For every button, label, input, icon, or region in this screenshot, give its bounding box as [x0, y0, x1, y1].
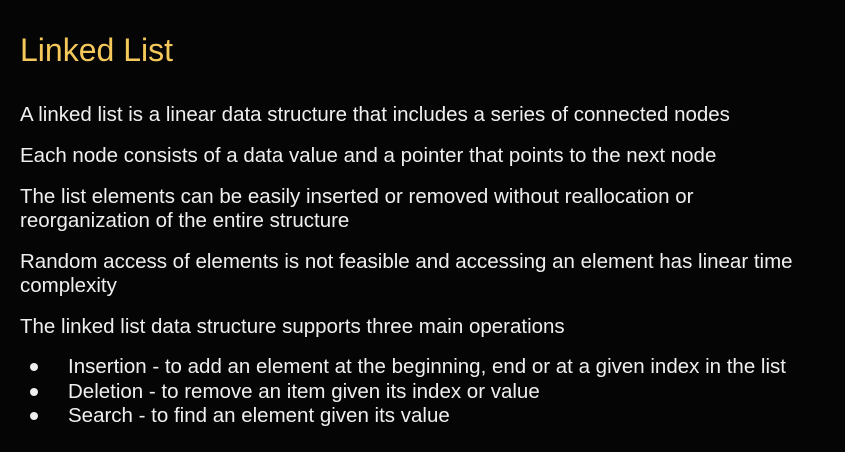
bullet-icon: [30, 363, 38, 372]
list-item: Insertion - to add an element at the beg…: [30, 355, 786, 380]
paragraph-operations: The linked list data structure supports …: [20, 315, 565, 339]
paragraph-definition: A linked list is a linear data structure…: [20, 103, 730, 127]
operations-list: Insertion - to add an element at the beg…: [30, 355, 786, 429]
list-item-text: Search - to find an element given its va…: [68, 404, 450, 428]
list-item-text: Deletion - to remove an item given its i…: [68, 379, 540, 403]
paragraph-insert-remove-line-2: reorganization of the entire structure: [20, 209, 350, 232]
paragraph-node: Each node consists of a data value and a…: [20, 144, 716, 168]
slide-title: Linked List: [20, 32, 173, 68]
paragraph-random-access-line-2: complexity: [20, 274, 117, 297]
bullet-icon: [30, 387, 38, 396]
paragraph-definition-text: A linked list is a linear data structure…: [20, 103, 730, 126]
paragraph-insert-remove: The list elements can be easily inserted…: [20, 185, 693, 233]
paragraph-insert-remove-line-1: The list elements can be easily inserted…: [20, 185, 694, 208]
paragraph-random-access: Random access of elements is not feasibl…: [20, 250, 793, 298]
list-item-text: Insertion - to add an element at the beg…: [68, 355, 786, 379]
slide: Linked List A linked list is a linear da…: [0, 0, 845, 452]
paragraph-operations-text: The linked list data structure supports …: [20, 315, 565, 338]
list-item: Search - to find an element given its va…: [30, 404, 786, 429]
paragraph-node-text: Each node consists of a data value and a…: [20, 144, 717, 167]
list-item: Deletion - to remove an item given its i…: [30, 380, 786, 405]
bullet-icon: [30, 412, 38, 421]
paragraph-random-access-line-1: Random access of elements is not feasibl…: [20, 250, 793, 273]
